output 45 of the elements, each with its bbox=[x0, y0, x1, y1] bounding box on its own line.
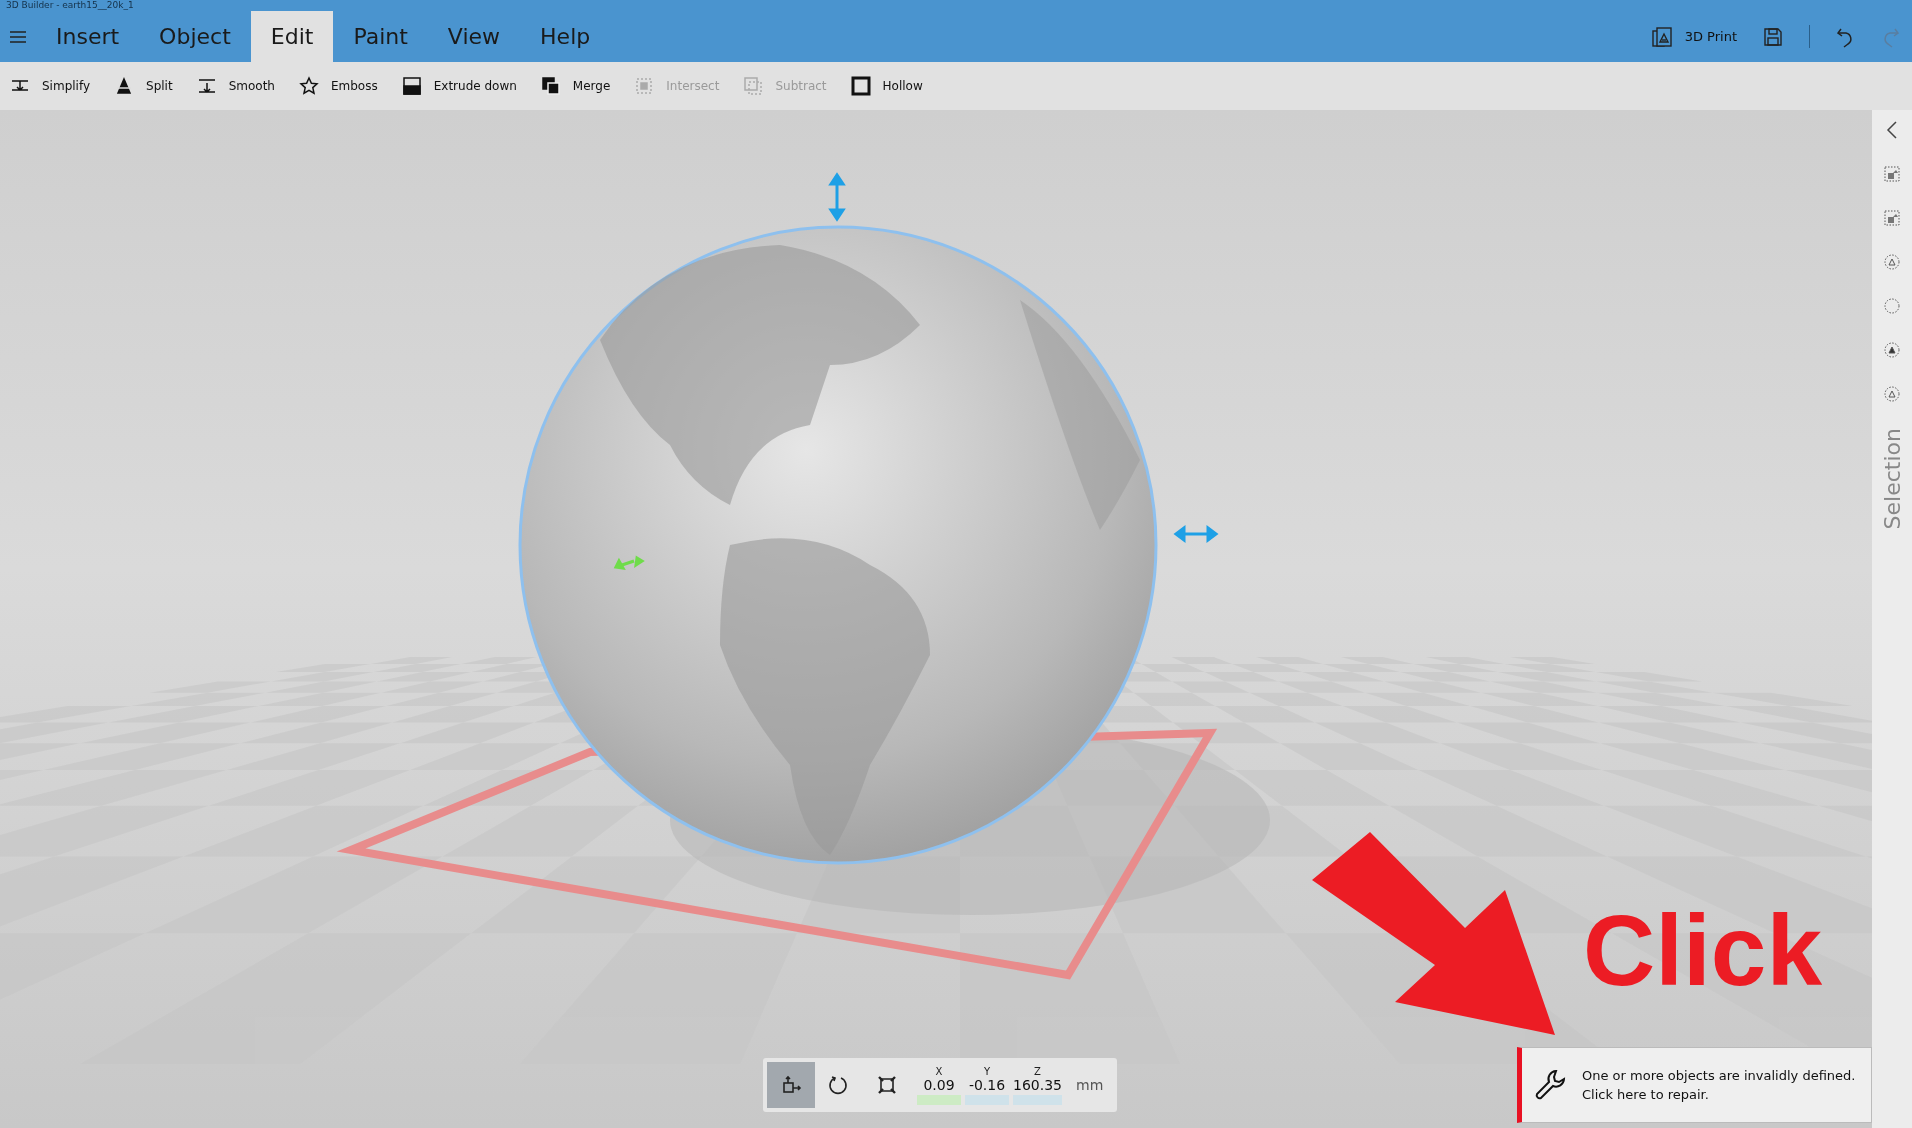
rotate-icon bbox=[828, 1074, 850, 1096]
depth-arrow-handle[interactable] bbox=[613, 555, 645, 570]
selection-label: Selection bbox=[1879, 428, 1905, 530]
select-faces-icon[interactable] bbox=[1882, 296, 1902, 316]
subtract-icon bbox=[743, 76, 764, 96]
menu-tab[interactable]: View bbox=[427, 11, 521, 62]
repair-notification[interactable]: One or more objects are invalidly defined. Click here to repair. bbox=[1517, 1047, 1872, 1123]
menu-tab[interactable]: Help bbox=[520, 11, 611, 62]
extrude-icon bbox=[401, 76, 422, 96]
merge-icon bbox=[540, 76, 561, 96]
unit-label: mm bbox=[1076, 1077, 1104, 1093]
select-vertices-icon[interactable] bbox=[1882, 384, 1902, 404]
menu-tab[interactable]: Edit bbox=[250, 11, 334, 62]
click-annotation: Click bbox=[1583, 894, 1822, 1006]
smooth-button[interactable]: Smooth bbox=[194, 76, 287, 96]
move-icon bbox=[780, 1074, 802, 1096]
merge-button[interactable]: Merge bbox=[538, 76, 623, 96]
emboss-button[interactable]: Emboss bbox=[296, 76, 390, 96]
deselect-icon[interactable] bbox=[1882, 208, 1902, 228]
menu-tab[interactable]: Insert bbox=[36, 11, 140, 62]
select-shapes-icon[interactable] bbox=[1882, 340, 1902, 360]
wrench-icon bbox=[1534, 1068, 1568, 1102]
menu-tab[interactable]: Paint bbox=[333, 11, 428, 62]
intersect-icon bbox=[634, 76, 655, 96]
horizontal-arrow-handle[interactable] bbox=[1173, 525, 1219, 543]
split-button[interactable]: Split bbox=[112, 76, 185, 96]
select-all-icon[interactable] bbox=[1882, 164, 1902, 184]
printer-icon bbox=[1650, 25, 1673, 48]
coordinate-field[interactable]: Y -0.16 bbox=[963, 1065, 1011, 1105]
3d-print-button[interactable]: 3D Print bbox=[1636, 11, 1751, 62]
move-tool-button[interactable] bbox=[767, 1062, 815, 1108]
select-objects-icon[interactable] bbox=[1882, 252, 1902, 272]
coordinate-field[interactable]: X 0.09 bbox=[915, 1065, 963, 1105]
simplify-button[interactable]: Simplify bbox=[8, 76, 103, 96]
menu-tab[interactable]: Object bbox=[139, 11, 251, 62]
hollow-icon bbox=[850, 76, 871, 96]
window-title: 3D Builder - earth15__20k_1 bbox=[5, 0, 135, 11]
3d-viewport[interactable]: Click X 0.09 Y -0.16 Z 160.35 mm One or more objects are invalidly defined. Click here to repair. bbox=[0, 110, 1872, 1128]
smooth-icon bbox=[196, 76, 217, 96]
hollow-button[interactable]: Hollow bbox=[848, 76, 935, 96]
scale-icon bbox=[876, 1074, 898, 1096]
extrude-button[interactable]: Extrude down bbox=[399, 76, 529, 96]
vertical-arrow-handle[interactable] bbox=[828, 172, 846, 222]
emboss-icon bbox=[298, 76, 319, 96]
coordinate-field[interactable]: Z 160.35 bbox=[1011, 1065, 1064, 1105]
